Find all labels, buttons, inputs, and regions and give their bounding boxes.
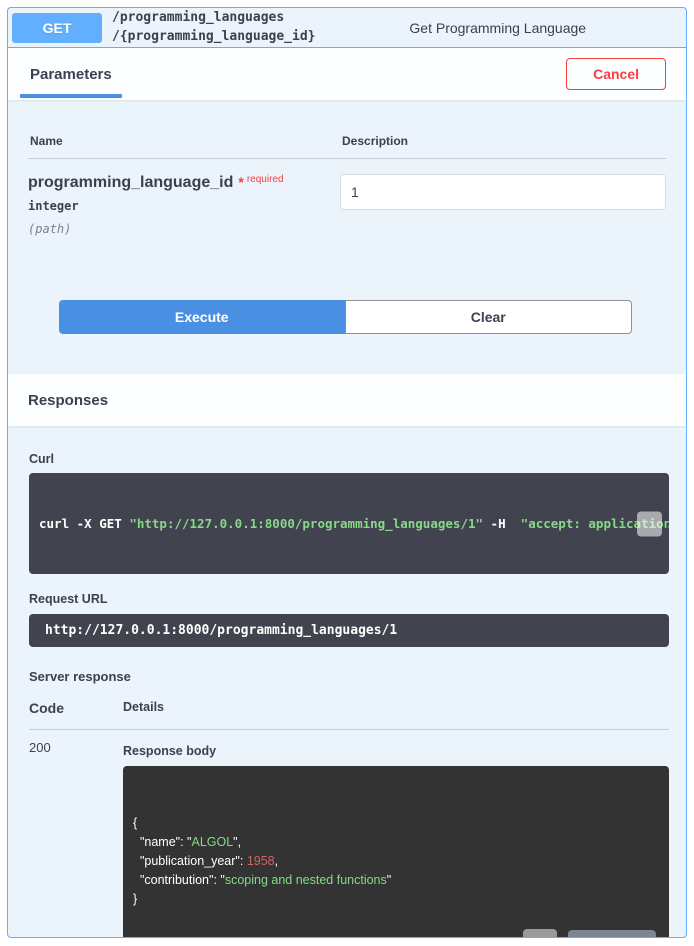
responses-section-header: Responses	[8, 374, 686, 426]
server-response-label: Server response	[29, 669, 669, 684]
request-url-label: Request URL	[29, 592, 669, 606]
parameters-section-header: Parameters Cancel	[8, 48, 686, 100]
parameter-meta: programming_language_id * required integer…	[28, 174, 340, 236]
copy-response-body-button[interactable]	[523, 929, 557, 938]
responses-content: Curl curl -X GET "http://127.0.0.1:8000/…	[8, 426, 686, 938]
endpoint-summary-text: Get Programming Language	[326, 20, 675, 36]
response-table-header: Code Details	[29, 700, 669, 730]
cancel-button[interactable]: Cancel	[566, 58, 666, 90]
column-header-details: Details	[123, 700, 164, 716]
parameter-location: (path)	[28, 222, 340, 236]
clipboard-copy-icon	[623, 500, 669, 548]
required-label: required	[247, 174, 284, 185]
operation-block-get: GET /programming_languages /{programming…	[7, 7, 687, 938]
spacer	[28, 334, 666, 374]
required-star: *	[238, 174, 243, 190]
response-details: Response body { "name": "ALGOL", "public…	[123, 730, 669, 938]
column-header-code: Code	[29, 700, 123, 716]
parameters-table-header: Name Description	[28, 100, 666, 159]
endpoint-path: /programming_languages /{programming_lan…	[112, 9, 316, 45]
responses-title: Responses	[28, 392, 108, 409]
response-row-200: 200 Response body { "name": "ALGOL", "pu…	[29, 730, 669, 938]
status-code: 200	[29, 730, 123, 938]
parameter-value-input[interactable]	[340, 174, 666, 210]
parameters-table: Name Description programming_language_id…	[8, 100, 686, 374]
response-body-label: Response body	[123, 744, 669, 758]
copy-curl-button[interactable]	[637, 511, 662, 536]
parameter-type: integer	[28, 199, 340, 213]
parameter-row: programming_language_id * required integer…	[28, 159, 666, 236]
curl-command-block: curl -X GET "http://127.0.0.1:8000/progr…	[29, 473, 669, 574]
download-button[interactable]: Download	[568, 930, 656, 938]
parameter-value-cell	[340, 174, 666, 236]
execute-button-group: Execute Clear	[59, 300, 632, 334]
curl-label: Curl	[29, 452, 669, 466]
column-header-description: Description	[342, 134, 408, 148]
tab-parameters[interactable]: Parameters	[20, 48, 122, 100]
execute-button[interactable]: Execute	[59, 300, 345, 334]
request-url-block: http://127.0.0.1:8000/programming_langua…	[29, 614, 669, 647]
parameter-name: programming_language_id	[28, 174, 233, 191]
clipboard-copy-icon	[505, 921, 575, 939]
clear-button[interactable]: Clear	[345, 300, 633, 334]
column-header-name: Name	[30, 134, 342, 148]
http-method-badge: GET	[12, 13, 102, 43]
operation-summary[interactable]: GET /programming_languages /{programming…	[8, 8, 686, 48]
response-body-block: { "name": "ALGOL", "publication_year": 1…	[123, 766, 669, 938]
